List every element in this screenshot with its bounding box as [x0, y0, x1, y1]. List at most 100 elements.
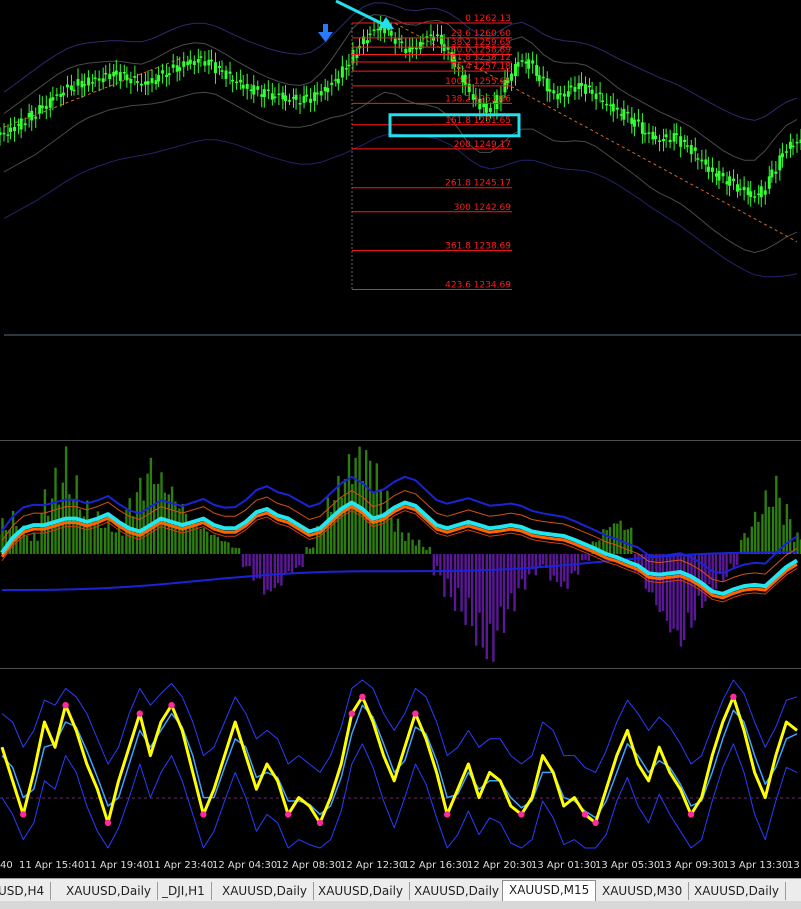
- tab-xauusd-daily[interactable]: XAUUSD,Daily: [408, 882, 507, 900]
- candle-body: [770, 169, 774, 178]
- fib-level-label: 100.0 1255.65: [445, 77, 511, 87]
- macd-histogram-bar: [210, 534, 213, 554]
- macd-histogram-bar: [290, 554, 294, 574]
- tab-xauusd-daily[interactable]: XAUUSD,Daily: [688, 882, 787, 900]
- candle-body: [334, 79, 338, 81]
- candle-body: [757, 193, 761, 196]
- tab-xauusd-m30[interactable]: XAUUSD,M30: [596, 882, 690, 900]
- tab-xauusd-daily[interactable]: XAUUSD,Daily: [312, 882, 411, 900]
- candle-body: [728, 176, 732, 186]
- macd-histogram-bar: [396, 518, 400, 554]
- candle-body: [27, 113, 31, 118]
- macd-histogram-bar: [404, 540, 407, 554]
- macd-histogram-bar: [534, 554, 537, 576]
- candle-body: [714, 173, 718, 177]
- macd-histogram-bar: [72, 500, 75, 554]
- macd-histogram-bar: [679, 554, 683, 647]
- macd-histogram-bar: [676, 554, 679, 631]
- candle-body: [658, 140, 662, 142]
- candle-body: [594, 93, 598, 100]
- candle-body: [580, 82, 584, 86]
- macd-histogram-bar: [25, 535, 29, 554]
- candle-body: [710, 167, 714, 172]
- macd-histogram-bar: [418, 539, 421, 554]
- macd-histogram-bar: [414, 545, 418, 554]
- candle-body: [368, 33, 372, 36]
- candle-body: [791, 145, 795, 148]
- macd-histogram-bar: [443, 554, 446, 597]
- macd-histogram-bar: [785, 504, 789, 554]
- macd-histogram-bar: [725, 554, 728, 577]
- candle-body: [55, 94, 59, 96]
- macd-histogram-bar: [110, 531, 113, 554]
- candle-body: [48, 98, 52, 108]
- macd-histogram-bar: [513, 554, 516, 612]
- candle-body: [774, 171, 778, 174]
- candle-body: [668, 139, 672, 143]
- candle-body: [573, 87, 577, 92]
- stoch-extreme-dot: [136, 710, 143, 717]
- candle-body: [397, 38, 401, 40]
- candle-body: [118, 72, 122, 81]
- tab-xauusd-daily[interactable]: XAUUSD,Daily: [60, 882, 159, 900]
- time-tick: 13 Apr 13:30: [723, 860, 789, 871]
- candle-body: [689, 145, 693, 155]
- candle-body: [207, 59, 211, 66]
- macd-histogram-bar: [153, 484, 156, 554]
- stoch-extreme-dot: [444, 811, 451, 818]
- candle-body: [228, 71, 232, 74]
- tab-dji-h1[interactable]: _DJI,H1: [156, 882, 212, 900]
- candle-body: [541, 76, 545, 79]
- candle-body: [199, 56, 203, 58]
- candle-body: [569, 85, 573, 88]
- time-axis: 40 11 Apr 15:40 11 Apr 19:40 11 Apr 23:4…: [0, 856, 801, 878]
- candle-body: [69, 85, 73, 91]
- macd-histogram-bar: [722, 554, 725, 582]
- stochastic-panel[interactable]: [0, 668, 801, 856]
- tab-xauusd-h4[interactable]: USD,H4: [0, 882, 52, 900]
- candle-body: [283, 95, 287, 101]
- macd-histogram-bar: [400, 532, 404, 554]
- candle-body: [615, 107, 619, 110]
- candle-body: [72, 89, 76, 92]
- macd-histogram-bar: [796, 532, 799, 554]
- macd-histogram-bar: [255, 554, 259, 579]
- macd-panel[interactable]: [0, 440, 801, 666]
- time-tick: 11 Apr 15:40: [19, 860, 85, 871]
- candle-body: [717, 170, 721, 181]
- candle-body: [287, 100, 291, 102]
- stoch-extreme-dot: [316, 819, 324, 826]
- macd-histogram-bar: [771, 506, 775, 554]
- macd-histogram-bar: [767, 506, 771, 554]
- chart-area[interactable]: 0 1262.13 23.6 1260.60 38.2 1259.65 50.0 12…: [0, 0, 801, 858]
- candle-body: [196, 58, 200, 63]
- candle-body: [558, 93, 562, 95]
- macd-histogram-bar: [481, 554, 484, 648]
- macd-histogram-bar: [266, 554, 269, 590]
- macd-histogram-bar: [563, 554, 566, 582]
- stoch-extreme-dot: [592, 819, 599, 826]
- candle-body: [795, 141, 799, 144]
- candle-body: [129, 79, 133, 84]
- macd-histogram-bar: [743, 533, 746, 554]
- candle-body: [788, 141, 792, 149]
- macd-histogram-bar: [33, 532, 36, 554]
- macd-histogram-bar: [223, 541, 227, 554]
- macd-histogram-bar: [789, 519, 792, 554]
- candle-body: [40, 105, 44, 109]
- stoch-extreme-dot: [412, 710, 419, 717]
- tab-xauusd-daily[interactable]: XAUUSD,Daily: [216, 882, 315, 900]
- candle-body: [51, 97, 55, 101]
- candle-body: [125, 74, 129, 81]
- tab-xauusd-m15[interactable]: XAUUSD,M15: [502, 880, 597, 901]
- macd-histogram-bar: [343, 479, 347, 554]
- macd-histogram-bar: [269, 554, 272, 592]
- candle-body: [30, 110, 34, 121]
- candle-body: [104, 72, 108, 75]
- price-panel[interactable]: 0 1262.1323.6 1260.6038.2 1259.6550.0 12…: [0, 0, 801, 338]
- macd-histogram-bar: [669, 554, 672, 633]
- candle-body: [34, 116, 38, 119]
- macd-histogram-bar: [220, 541, 223, 554]
- macd-histogram-bar: [439, 554, 442, 576]
- candle-body: [537, 75, 541, 82]
